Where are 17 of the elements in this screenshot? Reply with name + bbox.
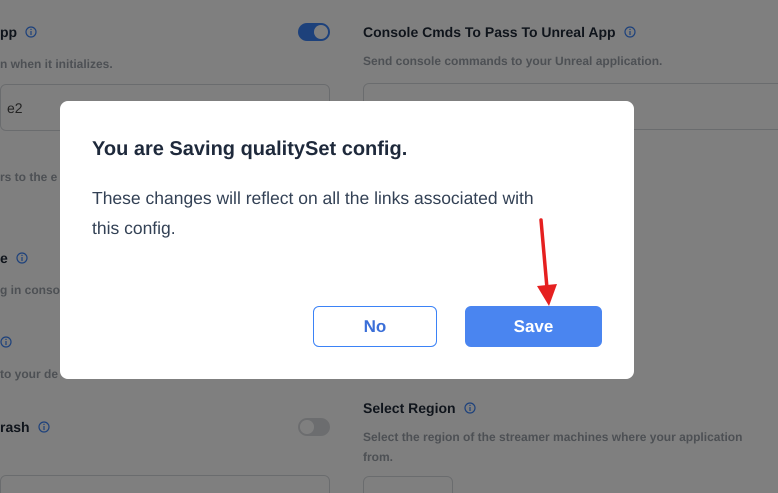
info-icon[interactable] [0,336,12,348]
cancel-button[interactable]: No [313,306,437,347]
info-icon[interactable] [16,252,28,264]
dialog-message: These changes will reflect on all the links associated with this config. [92,187,535,240]
field-label: Select Region [363,400,456,416]
field-label: e [0,250,8,266]
field-label: rash [0,419,30,435]
info-icon[interactable] [464,402,476,414]
save-button[interactable]: Save [465,306,602,347]
info-icon[interactable] [38,421,50,433]
info-icon[interactable] [25,26,38,38]
field-label: Console Cmds To Pass To Unreal App [363,24,616,40]
dialog-title: You are Saving qualitySet config. [92,137,408,162]
info-icon[interactable] [624,26,636,38]
toggle-switch[interactable] [298,23,330,41]
toggle-knob[interactable] [314,25,328,39]
field-label: pp [0,24,18,40]
